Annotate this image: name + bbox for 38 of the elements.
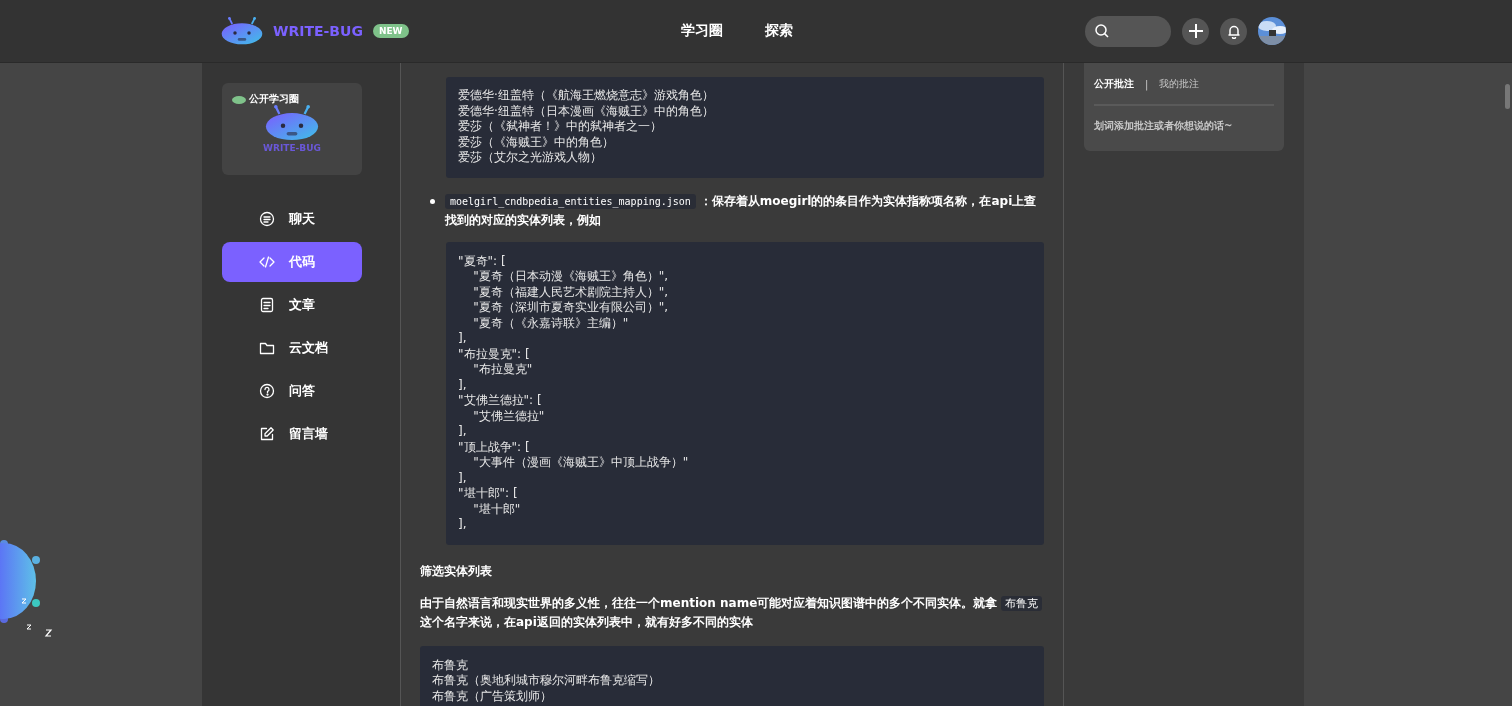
avatar[interactable] [1258, 17, 1286, 45]
chat-icon [259, 211, 275, 227]
paragraph: 由于自然语言和现实世界的多义性，往往一个mention name可能对应着知识图谱中的多个不同实体。就拿 布鲁克 这个名字来说，在api返回的实体列表中，就有好多不同的实体 [420, 593, 1044, 632]
bullet-text: moelgirl_cndbpedia_entities_mapping.json ：保存着从moegirl的的条目作为实体指称项名称，在api上查找到的对应的实体列表，例如 [445, 192, 1038, 229]
annotation-tab[interactable]: 我的批注 [1159, 77, 1200, 91]
folder-icon [259, 340, 275, 356]
code-icon [259, 254, 275, 270]
sidebar-item[interactable]: 云文档 [222, 328, 362, 368]
card-tag: 公开学习圈 [232, 92, 299, 106]
nav-link[interactable]: 探索 [765, 22, 793, 40]
notification-button[interactable] [1220, 17, 1247, 45]
robot-logo-icon [264, 105, 320, 141]
add-button[interactable] [1182, 17, 1209, 45]
search-field[interactable] [1085, 15, 1171, 47]
sidebar-item[interactable]: 问答 [222, 371, 362, 411]
code-block: 爱德华·纽盖特（《航海王燃烧意志》游戏角色） 爱德华·纽盖特（日本漫画《海贼王》中的角色） 爱莎（《弑神者！》中的弑神者之一） 爱莎（《海贼王》中的角色） 爱莎（艾尔之光游戏人物） [446, 77, 1044, 178]
new-badge: NEW [372, 24, 409, 38]
search-icon [1095, 24, 1109, 38]
edit-icon [259, 426, 275, 442]
annotation-hint: 划词添加批注或者你想说的话~ [1094, 119, 1234, 133]
question-icon [259, 383, 275, 399]
sidebar-item[interactable]: 聊天 [222, 199, 362, 239]
code-block: 布鲁克 布鲁克（奥地利城市穆尔河畔布鲁克缩写） 布鲁克（广告策划师） [420, 645, 1044, 706]
document-icon [259, 297, 275, 313]
circle-card[interactable]: 公开学习圈 WRITE-BUG [222, 83, 362, 175]
logo-icon [221, 17, 263, 45]
sidebar-item[interactable]: 文章 [222, 285, 362, 325]
nav-link[interactable]: 学习圈 [681, 22, 723, 40]
code-block: "夏奇": [ "夏奇（日本动漫《海贼王》角色）", "夏奇（福建人民艺术剧院主持人）", "夏奇（深圳市夏奇实业有限公司）", "夏奇（《永嘉诗联》主编）" ], "布拉曼克": [ "布拉曼克" ], "艾佛兰德拉": [ "艾佛兰德拉" ], "顶上战争": [ "大事件（漫画《海贼王》中顶上战争）" ], "堪十郎": [ "堪十郎" ], [446, 241, 1044, 545]
sidebar-item[interactable]: 留言墙 [222, 414, 362, 454]
plus-icon [1187, 23, 1204, 39]
scrollbar-thumb[interactable] [1505, 84, 1510, 109]
card-title: WRITE-BUG [263, 143, 321, 153]
tab-separator: | [1145, 78, 1149, 90]
sidebar-item[interactable]: 代码 [222, 242, 362, 282]
annotation-tab[interactable]: 公开批注 [1094, 77, 1134, 91]
section-heading: 筛选实体列表 [420, 562, 493, 580]
bell-icon [1226, 23, 1241, 39]
